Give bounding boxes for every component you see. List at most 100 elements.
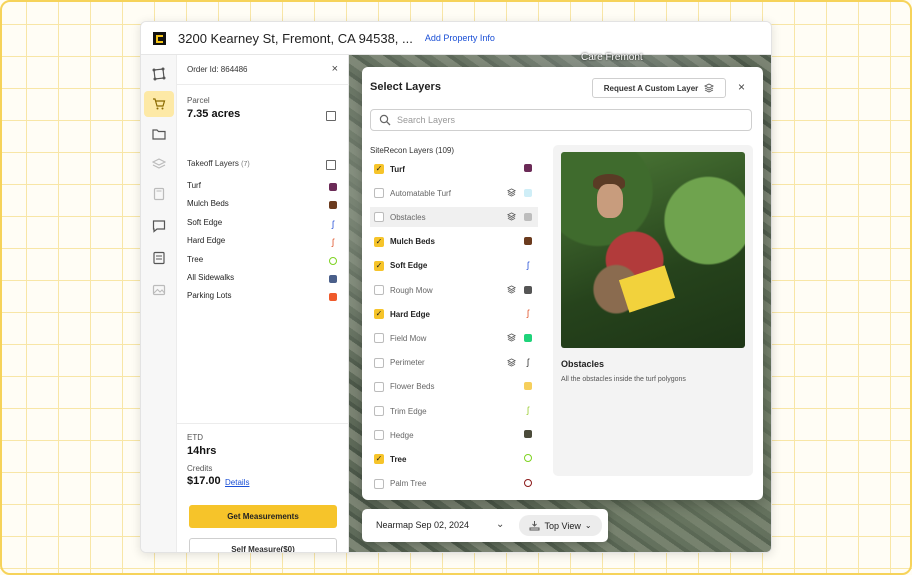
takeoff-layers-title: Takeoff Layers: [187, 159, 239, 168]
layer-option-row[interactable]: Hedge: [370, 425, 538, 445]
layer-list: ✓ Turf Automatable Turf Obstacles ✓ Mulch Bed…: [370, 159, 540, 489]
etd-label: ETD: [187, 433, 203, 442]
layer-checkbox[interactable]: ✓: [374, 454, 384, 465]
layer-option-row[interactable]: Trim Edge ʃ: [370, 401, 538, 421]
layer-option-icons: [524, 454, 532, 463]
layer-checkbox[interactable]: [374, 381, 384, 392]
layer-checkbox[interactable]: [374, 333, 384, 344]
layer-option-row[interactable]: Automatable Turf: [370, 183, 538, 203]
layer-option-row[interactable]: ✓ Mulch Beds: [370, 232, 538, 252]
layer-option-row[interactable]: Perimeter ʃ: [370, 353, 538, 373]
layer-checkbox[interactable]: [374, 357, 384, 368]
layer-option-icons: [507, 333, 532, 342]
layer-option-row[interactable]: ✓ Soft Edge ʃ: [370, 256, 538, 276]
date-dropdown-chevron-icon[interactable]: ⌄: [496, 519, 504, 530]
modal-title: Select Layers: [370, 81, 441, 93]
takeoff-layer-label: Soft Edge: [187, 217, 223, 227]
layer-option-label: Hedge: [390, 430, 414, 440]
collapse-chevron-icon[interactable]: ‹: [771, 32, 772, 44]
layer-color-swatch: [524, 236, 532, 245]
layer-option-label: Perimeter: [390, 358, 425, 368]
takeoff-layer-row: Mulch Beds: [187, 199, 337, 213]
layer-color-swatch: ʃ: [527, 405, 529, 415]
rail-folder-button[interactable]: [144, 121, 174, 147]
layer-color-swatch: [329, 293, 337, 302]
layer-option-row[interactable]: Field Mow: [370, 328, 538, 348]
layer-color-swatch: ʃ: [527, 357, 529, 368]
layer-option-icons: [524, 478, 532, 487]
layer-checkbox[interactable]: ✓: [374, 236, 384, 247]
layer-checkbox[interactable]: [374, 478, 384, 489]
preview-title: Obstacles: [561, 359, 605, 369]
layer-checkbox[interactable]: ✓: [374, 260, 384, 271]
layer-checkbox[interactable]: [374, 406, 384, 416]
layer-checkbox[interactable]: [374, 285, 384, 295]
layer-color-swatch: [524, 212, 532, 221]
layer-option-row[interactable]: ✓ Hard Edge ʃ: [370, 304, 538, 324]
view-label: Top View: [544, 520, 581, 531]
rail-image-button[interactable]: [144, 277, 174, 303]
takeoff-layer-row: Turf: [187, 181, 337, 195]
icon-rail: [141, 55, 177, 552]
parcel-value: 7.35 acres: [187, 108, 241, 120]
rail-layers-button[interactable]: [144, 151, 174, 177]
preview-description: All the obstacles inside the turf polygo…: [561, 376, 686, 383]
layer-option-label: Obstacles: [390, 212, 426, 222]
takeoff-layer-row: Tree: [187, 255, 337, 269]
request-custom-layer-button[interactable]: Request A Custom Layer: [592, 78, 726, 98]
credits-details-link[interactable]: Details: [225, 478, 249, 487]
calculator-icon: [153, 187, 165, 201]
order-panel: Order Id: 864486 × Parcel 7.35 acres Tak…: [177, 55, 349, 552]
layer-color-swatch: [524, 333, 532, 342]
order-id: Order Id: 864486: [187, 65, 248, 74]
credits-label: Credits: [187, 464, 213, 473]
layer-option-row[interactable]: ✓ Tree: [370, 449, 538, 469]
layer-option-label: Hard Edge: [390, 309, 431, 319]
folder-icon: [152, 129, 166, 140]
edit-parcel-icon[interactable]: [326, 111, 336, 121]
layer-option-label: Turf: [390, 164, 405, 174]
layer-option-row[interactable]: Palm Tree: [370, 474, 538, 489]
panel-close-icon[interactable]: ×: [332, 63, 338, 75]
layer-color-swatch: [329, 256, 337, 265]
layer-option-row[interactable]: Obstacles: [370, 207, 538, 228]
search-icon: [379, 114, 391, 126]
layer-color-swatch: ʃ: [332, 218, 334, 229]
layer-list-title: SiteRecon Layers (109): [370, 146, 455, 155]
layer-checkbox[interactable]: [374, 188, 384, 199]
layers-stack-icon: [507, 333, 516, 342]
layer-option-label: Soft Edge: [390, 261, 428, 271]
layer-color-swatch: [524, 285, 532, 294]
select-layers-modal: Select Layers Request A Custom Layer × S…: [362, 67, 763, 500]
layer-option-row[interactable]: Rough Mow: [370, 280, 538, 300]
takeoff-layer-row: Hard Edge ʃ: [187, 236, 337, 250]
layer-option-row[interactable]: ✓ Turf: [370, 159, 538, 179]
rail-calculator-button[interactable]: [144, 181, 174, 207]
layer-option-row[interactable]: Flower Beds: [370, 377, 538, 397]
takeoff-layer-row: Parking Lots: [187, 291, 337, 305]
polygon-draw-icon: [152, 67, 166, 81]
layer-checkbox[interactable]: [374, 430, 384, 441]
rail-notes-button[interactable]: [144, 245, 174, 271]
modal-close-icon[interactable]: ×: [738, 80, 745, 94]
layer-option-label: Automatable Turf: [390, 188, 451, 198]
credits-value: $17.00: [187, 475, 221, 487]
self-measure-button[interactable]: Self Measure($0): [189, 538, 337, 552]
layer-color-swatch: [329, 183, 337, 191]
view-toggle-button[interactable]: Top View ⌄: [519, 515, 602, 536]
get-measurements-button[interactable]: Get Measurements: [189, 505, 337, 528]
rail-cart-button[interactable]: [144, 91, 174, 117]
layer-option-icons: [507, 212, 532, 221]
divider: [177, 423, 349, 424]
rail-draw-button[interactable]: [144, 61, 174, 87]
search-layers-input[interactable]: Search Layers: [370, 109, 752, 131]
layer-color-swatch: [524, 454, 532, 463]
layer-checkbox[interactable]: ✓: [374, 309, 384, 320]
edit-layers-icon[interactable]: [326, 160, 336, 170]
rail-chat-button[interactable]: [144, 213, 174, 239]
add-property-info-link[interactable]: Add Property Info: [425, 33, 495, 43]
map-place-label: Care Fremont: [581, 52, 643, 63]
layer-checkbox[interactable]: ✓: [374, 164, 384, 174]
layers-stack-icon: [704, 83, 715, 93]
layer-checkbox[interactable]: [374, 212, 384, 223]
